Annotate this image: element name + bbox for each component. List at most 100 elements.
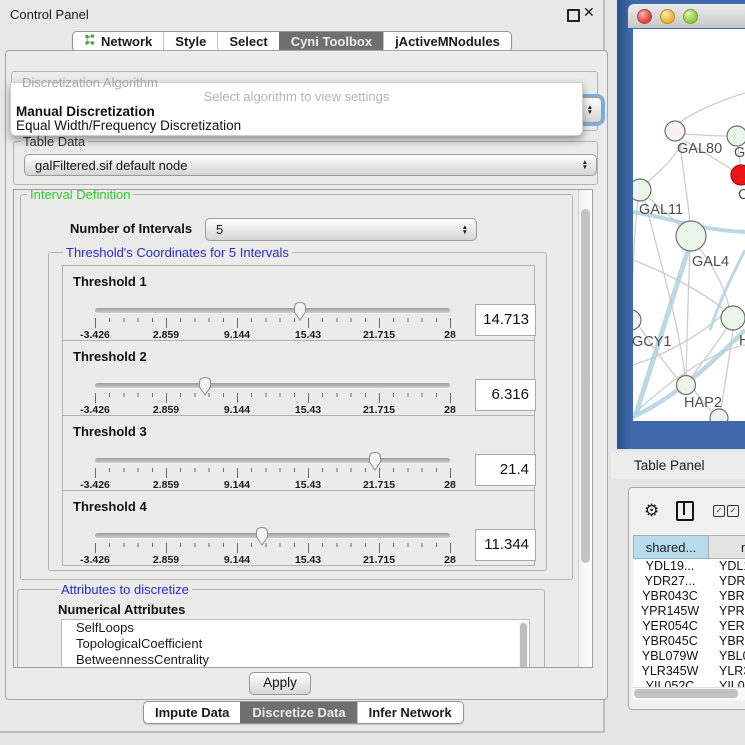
threshold-value-field[interactable]: 21.4 <box>475 454 536 486</box>
network-node-label[interactable]: GAL4 <box>692 254 729 270</box>
control-panel-tabs: Network Style SelectCyni ToolboxjActiveMNo… <box>72 31 512 52</box>
cell-name: YBR0 <box>719 589 745 603</box>
network-node-label[interactable]: GAL80 <box>677 141 722 157</box>
table-panel-title: Table Panel <box>634 458 705 473</box>
tick-label: 2.859 <box>153 554 179 566</box>
network-window-titlebar[interactable] <box>628 4 745 28</box>
tick-label: 9.144 <box>224 554 250 566</box>
number-of-intervals-label: Number of Intervals <box>70 221 192 236</box>
number-of-intervals-value: 5 <box>216 222 223 237</box>
attribute-list-item[interactable]: BetweennessCentrality <box>62 652 529 668</box>
attribute-list-item[interactable]: SelfLoops <box>62 620 529 636</box>
table-row[interactable]: YBR043CYBR0 <box>633 589 745 604</box>
network-node-label[interactable]: GAL11 <box>639 202 683 218</box>
threshold-panel: Threshold 4-3.4262.8599.14415.4321.71528… <box>62 490 535 566</box>
thresholds-group-title: Threshold's Coordinates for 5 Intervals <box>63 245 292 260</box>
tab-network[interactable]: Network <box>73 32 163 51</box>
column-header-shared-name[interactable]: shared... <box>633 535 709 559</box>
GAL4-node[interactable] <box>676 221 706 251</box>
network-node-label[interactable]: H <box>739 333 745 349</box>
attributes-group: Attributes to discretize Numerical Attri… <box>17 589 545 668</box>
numerical-attributes-list[interactable]: SelfLoopsTopologicalCoefficientBetweenne… <box>61 619 530 668</box>
table-row[interactable]: YDL19...YDL1 <box>633 559 745 574</box>
table-row[interactable]: YLR345WYLR3 <box>633 664 745 679</box>
cell-name: YPR1 <box>719 604 745 618</box>
checkbox-icon[interactable]: ✓ <box>713 505 725 517</box>
threshold-label: Threshold 4 <box>73 499 147 514</box>
cell-shared-name: YDR27... <box>633 574 707 588</box>
algorithm-option[interactable]: Equal Width/Frequency Discretization <box>16 118 241 133</box>
close-icon[interactable]: ✕ <box>583 4 595 21</box>
table-horizontal-scrollbar[interactable] <box>633 687 745 700</box>
network-edge <box>685 134 727 136</box>
slider-track[interactable] <box>95 533 450 538</box>
table-data-group-title: Table Data <box>20 134 88 149</box>
HAP2-node[interactable] <box>677 376 696 395</box>
slider-track[interactable] <box>95 458 450 463</box>
slider-track[interactable] <box>95 308 450 313</box>
number-of-intervals-combobox[interactable]: 5 ▲▼ <box>205 218 477 241</box>
table-row[interactable]: YPR145WYPR1 <box>633 604 745 619</box>
control-panel-window: Control Panel ✕ Network Style SelectCyni T… <box>0 0 605 733</box>
cell-name: YDL1 <box>719 559 745 573</box>
attributes-group-title: Attributes to discretize <box>58 582 192 597</box>
cell-name: YDR2 <box>719 574 745 588</box>
minimize-traffic-light-icon[interactable] <box>660 9 675 24</box>
panel-scrollbar[interactable] <box>578 190 592 667</box>
tab-label: Infer Network <box>369 702 452 723</box>
cell-name: YER0 <box>719 619 745 633</box>
apply-button[interactable]: Apply <box>249 672 311 695</box>
network-edge <box>686 251 690 376</box>
tab-cyni-toolbox[interactable]: Cyni Toolbox <box>279 32 383 51</box>
tab-jactivemnodules[interactable]: jActiveMNodules <box>383 32 511 51</box>
tab-discretize-data[interactable]: Discretize Data <box>240 702 356 723</box>
attribute-list-item[interactable]: TopologicalCoefficient <box>62 636 529 652</box>
network-node-label[interactable]: HAP2 <box>684 395 722 411</box>
network-view-window: GAL80 GA C GAL11 GAL4 GCY1 H HAP2 <box>617 0 745 449</box>
threshold-value-field[interactable]: 11.344 <box>475 529 536 561</box>
top-right-node[interactable] <box>727 126 745 146</box>
slider-ticks <box>95 543 452 553</box>
list-scrollbar[interactable] <box>519 621 528 668</box>
cyni-mode-tabs: Impute DataDiscretize Data Infer Network <box>143 701 464 724</box>
close-traffic-light-icon[interactable] <box>637 9 652 24</box>
threshold-label: Threshold 1 <box>73 274 147 289</box>
table-row[interactable]: YDR27... YDR2 <box>633 574 745 589</box>
gear-icon[interactable]: ⚙ <box>644 501 659 521</box>
columns-icon[interactable] <box>676 501 694 521</box>
table-data-combobox[interactable]: galFiltered.sif default node ▲▼ <box>24 154 597 176</box>
table-row[interactable]: YBR045CYBR0 <box>633 634 745 649</box>
threshold-value-field[interactable]: 6.316 <box>475 379 536 411</box>
settings-scroll-viewport: Interval Definition Number of Intervals … <box>13 189 593 668</box>
cyni-toolbox-panel: ▲▼ Table Data galFiltered.sif default no… <box>5 50 608 700</box>
GAL80-node[interactable] <box>665 121 685 141</box>
table-row[interactable]: YBL079WYBL0 <box>633 649 745 664</box>
tab-infer-network[interactable]: Infer Network <box>357 702 463 723</box>
list-scrollbar-thumb[interactable] <box>520 623 527 668</box>
float-window-icon[interactable] <box>567 9 580 22</box>
slider-track[interactable] <box>95 383 450 388</box>
network-node-label[interactable]: GA <box>734 145 745 161</box>
discretization-algorithm-title: Discretization Algorithm <box>22 75 158 90</box>
table-scrollbar-thumb[interactable] <box>634 689 738 698</box>
panel-scrollbar-thumb[interactable] <box>581 209 590 563</box>
checkbox-icons[interactable]: ✓ ✓ <box>713 505 739 517</box>
zoom-traffic-light-icon[interactable] <box>683 9 698 24</box>
table-row[interactable]: YER054CYER0 <box>633 619 745 634</box>
column-header-name[interactable]: na <box>708 535 745 559</box>
tab-label: Style <box>175 32 206 51</box>
algorithm-dropdown-popup: Select algorithm to view settings Manual… <box>10 82 583 136</box>
network-node-label[interactable]: GCY1 <box>633 334 672 350</box>
network-canvas[interactable]: GAL80 GA C GAL11 GAL4 GCY1 H HAP2 <box>633 29 745 421</box>
window-title: Control Panel <box>10 7 89 22</box>
tab-select[interactable]: Select <box>217 32 278 51</box>
checkbox-icon[interactable]: ✓ <box>727 505 739 517</box>
GAL11-node[interactable] <box>633 179 651 201</box>
tab-impute-data[interactable]: Impute Data <box>144 702 240 723</box>
H-node[interactable] <box>721 306 745 330</box>
tab-style[interactable]: Style <box>163 32 217 51</box>
threshold-value-field[interactable]: 14.713 <box>475 304 536 336</box>
threshold-panel: Threshold 2-3.4262.8599.14415.4321.71528… <box>62 340 535 416</box>
red-node[interactable] <box>731 165 745 185</box>
network-node-label[interactable]: C <box>738 187 745 203</box>
